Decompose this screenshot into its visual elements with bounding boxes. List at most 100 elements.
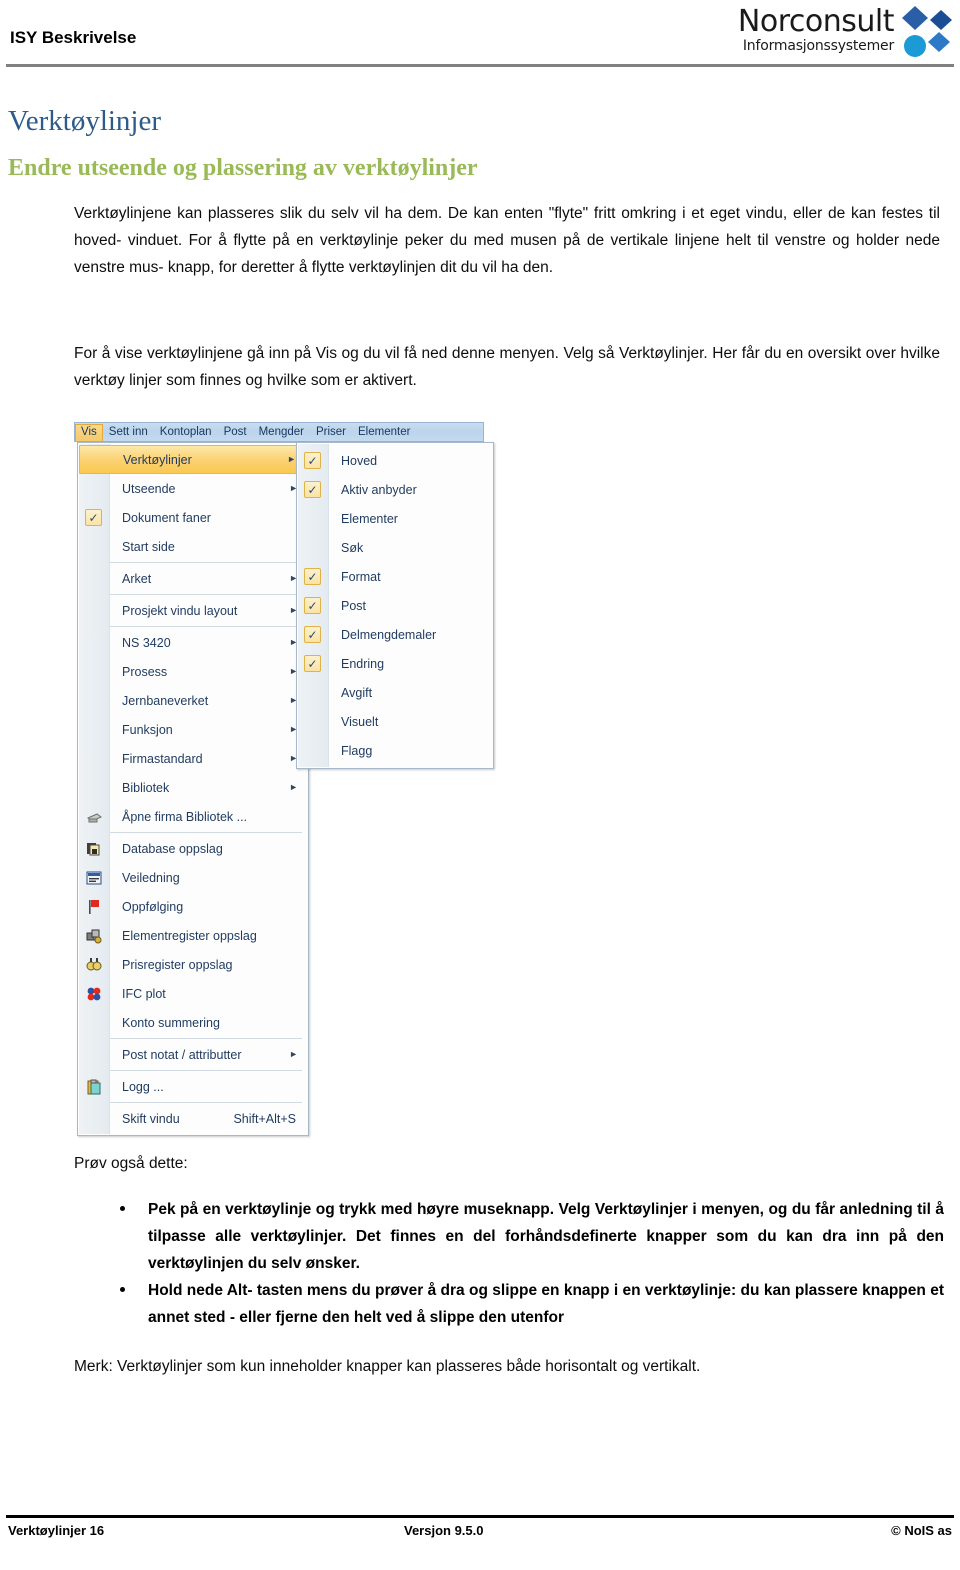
menu-item-icon-cell	[78, 1008, 109, 1037]
checkmark-icon[interactable]: ✓	[304, 655, 321, 672]
menu-item-database-oppslag[interactable]: Database oppslag	[78, 834, 308, 863]
menu-item-ns-3420[interactable]: NS 3420 ►	[78, 628, 308, 657]
database-icon	[86, 841, 102, 857]
menu-item-label: Dokument faner	[122, 510, 211, 525]
menubar-item-vis[interactable]: Vis	[75, 423, 103, 441]
menu-item-elementregister-oppslag[interactable]: Elementregister oppslag	[78, 921, 308, 950]
submenu-arrow-icon: ►	[289, 1049, 298, 1059]
menu-item-icon-cell	[78, 532, 109, 561]
flag-icon	[86, 899, 102, 915]
menu-item-ifc-plot[interactable]: IFC plot	[78, 979, 308, 1008]
toolbar-item-hoved[interactable]: ✓ Hoved	[297, 446, 493, 475]
menu-separator	[110, 832, 302, 833]
menu-item-icon-cell	[78, 657, 109, 686]
toolbar-item-checkbox-cell: ✓	[297, 649, 328, 678]
checkmark-icon[interactable]: ✓	[304, 568, 321, 585]
toolbar-item-avgift[interactable]: Avgift	[297, 678, 493, 707]
menu-item-prisregister-oppslag[interactable]: Prisregister oppslag	[78, 950, 308, 979]
checkmark-icon[interactable]: ✓	[304, 481, 321, 498]
menu-item-icon-cell	[78, 1072, 109, 1101]
toolbar-item-checkbox-cell	[297, 533, 328, 562]
toolbar-item-label: Post	[341, 598, 367, 613]
menu-item-oppf-lging[interactable]: Oppfølging	[78, 892, 308, 921]
menu-item-verkt-ylinjer[interactable]: Verktøylinjer ►	[79, 445, 307, 474]
menu-item-logg[interactable]: Logg ...	[78, 1072, 308, 1101]
document-title: ISY Beskrivelse	[10, 28, 137, 47]
menu-item-icon-cell	[78, 744, 109, 773]
menu-item-arket[interactable]: Arket ►	[78, 564, 308, 593]
menu-item-label: Åpne firma Bibliotek ...	[122, 809, 248, 824]
toolbar-item-flagg[interactable]: Flagg	[297, 736, 493, 765]
menu-item-icon-cell	[80, 446, 111, 473]
toolbar-item-label: Avgift	[341, 685, 373, 700]
element-register-icon	[86, 928, 102, 944]
checkmark-icon[interactable]: ✓	[304, 452, 321, 469]
toolbar-item-elementer[interactable]: Elementer	[297, 504, 493, 533]
menubar-item-elementer[interactable]: Elementer	[352, 424, 416, 441]
menubar-item-mengder[interactable]: Mengder	[253, 424, 310, 441]
menu-item-label: IFC plot	[122, 986, 166, 1001]
toolbar-item-format[interactable]: ✓ Format	[297, 562, 493, 591]
toolbar-item-endring[interactable]: ✓ Endring	[297, 649, 493, 678]
menubar-item-post[interactable]: Post	[218, 424, 253, 441]
menu-item-label: Bibliotek	[122, 780, 170, 795]
menu-item-label: Logg ...	[122, 1079, 164, 1094]
toolbar-item-label: Flagg	[341, 743, 373, 758]
menu-item-label: Prisregister oppslag	[122, 957, 233, 972]
menu-item-firmastandard[interactable]: Firmastandard ►	[78, 744, 308, 773]
menu-item-funksjon[interactable]: Funksjon ►	[78, 715, 308, 744]
menu-item-icon-cell	[78, 1104, 109, 1133]
guide-icon	[86, 870, 102, 886]
menu-item-utseende[interactable]: Utseende ►	[78, 474, 308, 503]
menu-item-skift-vindu[interactable]: Skift vindu Shift+Alt+S	[78, 1104, 308, 1133]
menu-item-label: Funksjon	[122, 722, 173, 737]
toolbar-item-s-k[interactable]: Søk	[297, 533, 493, 562]
menu-item-icon-cell	[78, 715, 109, 744]
menubar-item-sett-inn[interactable]: Sett inn	[103, 424, 154, 441]
page-footer: Verktøylinjer 16 Versjon 9.5.0 © NoIS as	[0, 1523, 960, 1553]
bullet-dot-icon	[120, 1206, 125, 1211]
ifc-plot-icon	[86, 986, 102, 1002]
menu-item-label: Veiledning	[122, 870, 180, 885]
menu-item-prosjekt-vindu-layout[interactable]: Prosjekt vindu layout ►	[78, 596, 308, 625]
toolbar-item-checkbox-cell: ✓	[297, 446, 328, 475]
menubar-item-priser[interactable]: Priser	[310, 424, 352, 441]
menu-item-start-side[interactable]: Start side	[78, 532, 308, 561]
header-divider	[6, 64, 954, 67]
menu-item-veiledning[interactable]: Veiledning	[78, 863, 308, 892]
menu-item-konto-summering[interactable]: Konto summering	[78, 1008, 308, 1037]
menu-separator	[110, 1102, 302, 1103]
menu-item-icon-cell	[78, 921, 109, 950]
menu-item-icon-cell	[78, 802, 109, 831]
menu-item-label: Arket	[122, 571, 152, 586]
toolbar-item-post[interactable]: ✓ Post	[297, 591, 493, 620]
toolbar-item-checkbox-cell	[297, 678, 328, 707]
checkmark-icon[interactable]: ✓	[304, 626, 321, 643]
menu-item-bibliotek[interactable]: Bibliotek ►	[78, 773, 308, 802]
toolbar-item-aktiv-anbyder[interactable]: ✓ Aktiv anbyder	[297, 475, 493, 504]
page-header: ISY Beskrivelse Norconsult Informasjonss…	[0, 0, 960, 68]
menu-item--pne-firma-bibliotek[interactable]: Åpne firma Bibliotek ...	[78, 802, 308, 831]
tips-bullet-list: Pek på en verktøylinje og trykk med høyr…	[112, 1196, 944, 1331]
menu-item-prosess[interactable]: Prosess ►	[78, 657, 308, 686]
toolbar-item-label: Format	[341, 569, 381, 584]
menu-item-post-notat-attributter[interactable]: Post notat / attributter ►	[78, 1040, 308, 1069]
footer-copyright: © NoIS as	[891, 1523, 952, 1538]
verktoylinjer-submenu[interactable]: ✓ Hoved ✓ Aktiv anbyder Elementer Søk ✓ Format ✓…	[296, 442, 494, 769]
application-menu-screenshot: Vis Sett inn Kontoplan Post Mengder Priser Ele…	[74, 422, 494, 1136]
menu-item-jernbaneverket[interactable]: Jernbaneverket ►	[78, 686, 308, 715]
toolbar-item-label: Hoved	[341, 453, 378, 468]
menubar-item-kontoplan[interactable]: Kontoplan	[154, 424, 218, 441]
toolbar-item-delmengdemaler[interactable]: ✓ Delmengdemaler	[297, 620, 493, 649]
vis-dropdown-menu[interactable]: Verktøylinjer ► Utseende ► ✓ Dokument faner St…	[77, 442, 309, 1136]
menu-item-dokument-faner[interactable]: ✓ Dokument faner	[78, 503, 308, 532]
checkmark-icon[interactable]: ✓	[85, 509, 102, 526]
menu-item-label: Utseende	[122, 481, 176, 496]
menu-item-label: Skift vindu	[122, 1111, 180, 1126]
toolbar-item-visuelt[interactable]: Visuelt	[297, 707, 493, 736]
checkmark-icon[interactable]: ✓	[304, 597, 321, 614]
toolbar-item-checkbox-cell	[297, 504, 328, 533]
menu-bar[interactable]: Vis Sett inn Kontoplan Post Mengder Priser Ele…	[74, 422, 484, 442]
norconsult-diamond-icon	[902, 6, 952, 57]
menu-item-label: Database oppslag	[122, 841, 223, 856]
